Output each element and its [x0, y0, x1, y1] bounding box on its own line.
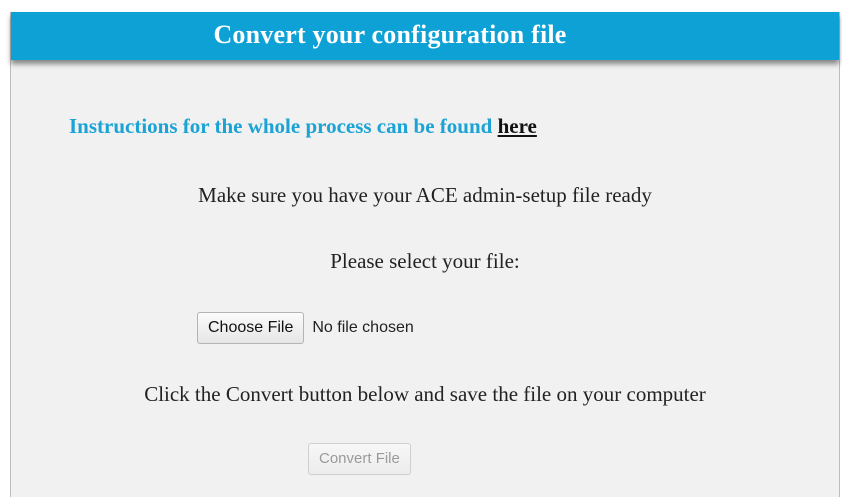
instructions-label: Instructions for the whole process can b… [69, 114, 498, 138]
file-input: Choose File No file chosen [197, 312, 414, 344]
choose-file-button[interactable]: Choose File [197, 312, 305, 344]
page-title: Convert your configuration file [213, 20, 567, 49]
file-status-text: No file chosen [312, 319, 414, 336]
convert-file-button[interactable]: Convert File [308, 443, 411, 475]
select-file-text: Please select your file: [330, 249, 520, 273]
make-sure-text: Make sure you have your ACE admin-setup … [198, 183, 652, 207]
converter-panel: Convert your configuration file Instruct… [10, 12, 840, 497]
instructions-here-link[interactable]: here [498, 114, 537, 138]
instructions-text: Instructions for the whole process can b… [69, 114, 537, 139]
click-convert-text: Click the Convert button below and save … [144, 382, 706, 406]
panel-header: Convert your configuration file [11, 12, 839, 60]
